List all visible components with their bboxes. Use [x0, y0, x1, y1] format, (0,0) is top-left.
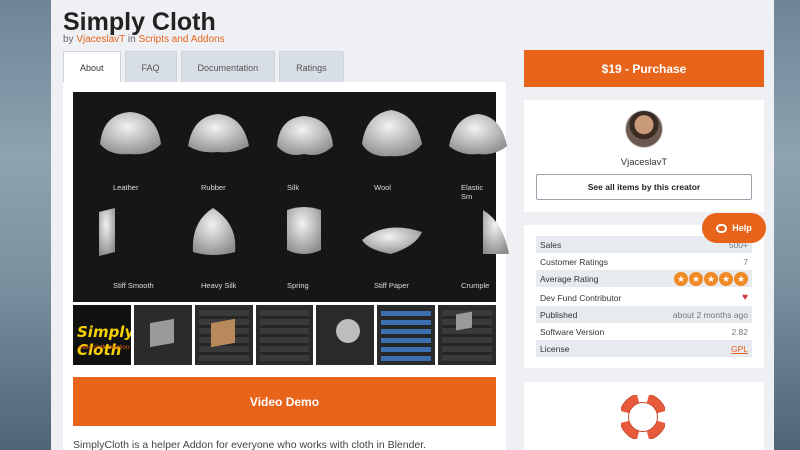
creator-name[interactable]: VjaceslavT: [524, 157, 764, 168]
thumbnail[interactable]: [133, 305, 192, 365]
cloth-label: Stiff Smooth: [113, 281, 154, 290]
star-rating[interactable]: ★ ★ ★ ★ ★: [674, 271, 748, 286]
stat-software-version: Software Version 2.82: [536, 323, 752, 340]
stat-label: Software Version: [540, 326, 605, 337]
about-panel: Leather Rubber Silk Wool Elastic Sm Stiff Smo…: [63, 82, 509, 450]
see-all-items-button[interactable]: See all items by this creator: [536, 174, 752, 200]
cube-shape: [149, 318, 174, 348]
stat-customer-ratings: Customer Ratings 7: [536, 253, 752, 270]
product-description: SimplyCloth is a helper Addon for everyo…: [73, 439, 427, 450]
cloth-preview: [183, 104, 253, 162]
cloth-label: Elastic Sm: [461, 183, 484, 201]
heart-icon: ♥: [742, 292, 748, 303]
stat-label: Average Rating: [540, 273, 599, 284]
stat-license: License GPL: [536, 340, 752, 357]
thumbnail[interactable]: [377, 305, 436, 365]
by-prefix: by: [63, 34, 74, 45]
help-label: Help: [732, 223, 752, 233]
cloth-label: Crumple: [461, 281, 490, 290]
star-icon: ★: [734, 271, 748, 286]
in-text: in: [127, 34, 136, 45]
hero-image[interactable]: Leather Rubber Silk Wool Elastic Sm Stiff Smo…: [73, 92, 509, 302]
thumbnail[interactable]: [316, 305, 375, 365]
stat-value: 2.82: [731, 326, 748, 337]
star-icon: ★: [704, 271, 718, 286]
thumbnail[interactable]: [194, 305, 253, 365]
category-link[interactable]: Scripts and Addons: [138, 34, 224, 45]
thumbnail[interactable]: Simply Cloth easy cloth creation: [73, 305, 131, 365]
star-icon: ★: [689, 271, 703, 286]
lifebuoy-icon: [621, 395, 665, 439]
thumbnail-strip: Simply Cloth easy cloth creation: [73, 305, 497, 365]
tab-documentation[interactable]: Documentation: [180, 51, 276, 83]
thumbnail[interactable]: [438, 305, 497, 365]
stat-dev-fund: Dev Fund Contributor ♥: [536, 289, 752, 306]
tab-ratings[interactable]: Ratings: [279, 51, 344, 83]
product-page: Simply Cloth by VjaceslavT in Scripts an…: [51, 0, 774, 450]
thumbnail[interactable]: [255, 305, 314, 365]
cloth-preview: [183, 202, 253, 260]
cloth-label: Spring: [287, 281, 309, 290]
tab-faq[interactable]: FAQ: [124, 51, 177, 83]
star-icon: ★: [674, 271, 688, 286]
cloth-preview: [356, 104, 426, 162]
cloth-label: Silk: [287, 183, 300, 192]
cube-shape: [456, 311, 473, 331]
stat-published: Published about 2 months ago: [536, 306, 752, 323]
cloth-preview: [269, 104, 339, 162]
help-button[interactable]: Help: [702, 213, 766, 243]
stat-label: Customer Ratings: [540, 256, 609, 267]
tab-about[interactable]: About: [63, 51, 121, 83]
product-stats: Sales 500+ Customer Ratings 7 Average Ra…: [524, 225, 764, 368]
cloth-preview: [269, 202, 339, 260]
stat-value: about 2 months ago: [672, 309, 748, 320]
ui-panel-shape: [259, 309, 310, 361]
product-title: Simply Cloth: [63, 8, 216, 36]
stat-label: Dev Fund Contributor: [540, 292, 622, 303]
chat-bubble-icon: [716, 223, 728, 233]
author-link[interactable]: VjaceslavT: [76, 34, 125, 45]
license-link[interactable]: GPL: [731, 344, 748, 354]
cloth-label: Rubber: [201, 183, 226, 192]
cube-shape: [210, 318, 235, 348]
cloth-label: Leather: [113, 183, 139, 192]
thumbnail-logo: Simply Cloth: [77, 323, 131, 359]
avatar[interactable]: [625, 110, 663, 148]
stat-label: License: [540, 343, 570, 354]
stat-average-rating: Average Rating ★ ★ ★ ★ ★: [536, 270, 752, 287]
cloth-preview: [356, 202, 426, 260]
stat-label: Sales: [540, 239, 562, 250]
stat-label: Published: [540, 309, 578, 320]
creator-card: VjaceslavT See all items by this creator: [524, 100, 764, 212]
product-byline: by VjaceslavT in Scripts and Addons: [63, 34, 225, 45]
cloth-preview: [95, 202, 165, 260]
support-card: [524, 382, 764, 450]
ui-panel-shape: [381, 309, 432, 361]
cloth-label: Stiff Paper: [374, 281, 409, 290]
cloth-label: Wool: [374, 183, 391, 192]
cloth-preview: [443, 202, 513, 260]
cloth-preview: [95, 104, 165, 162]
star-icon: ★: [719, 271, 733, 286]
cloth-shape: [336, 319, 361, 343]
stat-value: 7: [743, 256, 748, 267]
purchase-button[interactable]: $19 - Purchase: [524, 50, 764, 87]
cloth-preview: [443, 104, 513, 162]
video-demo-button[interactable]: Video Demo: [73, 377, 496, 426]
thumbnail-logo-sub: easy cloth creation: [79, 345, 130, 351]
product-tabs: About FAQ Documentation Ratings: [63, 51, 344, 83]
cloth-label: Heavy Silk: [201, 281, 237, 290]
